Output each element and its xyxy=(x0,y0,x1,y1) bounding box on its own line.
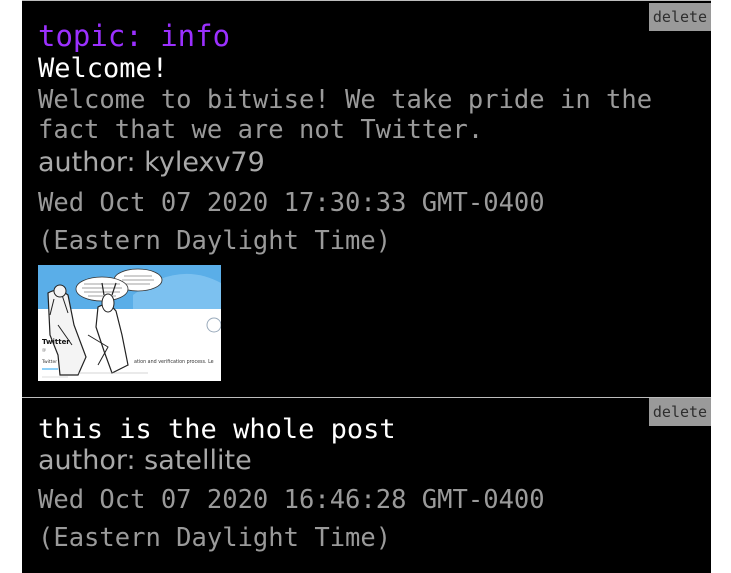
post-title: this is the whole post xyxy=(38,414,396,445)
delete-button[interactable]: delete xyxy=(649,398,711,426)
post-date: Wed Oct 07 2020 17:30:33 GMT-0400 (Easte… xyxy=(38,188,545,256)
post-author: author: kylexv79 xyxy=(38,147,265,178)
post-body: Welcome to bitwise! We take pride in the… xyxy=(38,85,653,145)
post-card: delete this is the whole post author: sa… xyxy=(22,397,711,573)
delete-button[interactable]: delete xyxy=(649,3,711,31)
post-card: delete topic: info Welcome! Welcome to b… xyxy=(22,0,711,397)
svg-text:@: @ xyxy=(42,347,46,352)
image-caption: ation and verification process. Le xyxy=(134,359,214,365)
post-title: Welcome! xyxy=(38,53,169,84)
post-author: author: satellite xyxy=(38,445,252,476)
post-date: Wed Oct 07 2020 16:46:28 GMT-0400 (Easte… xyxy=(38,485,545,553)
post-topic: topic: info xyxy=(38,19,231,53)
svg-text:Twitter: Twitter xyxy=(41,359,57,365)
post-image-graphic: Twitter @ Twitter ation and verification… xyxy=(38,265,221,381)
image-label: Twitter xyxy=(42,338,70,346)
post-image[interactable]: Twitter @ Twitter ation and verification… xyxy=(38,265,221,381)
